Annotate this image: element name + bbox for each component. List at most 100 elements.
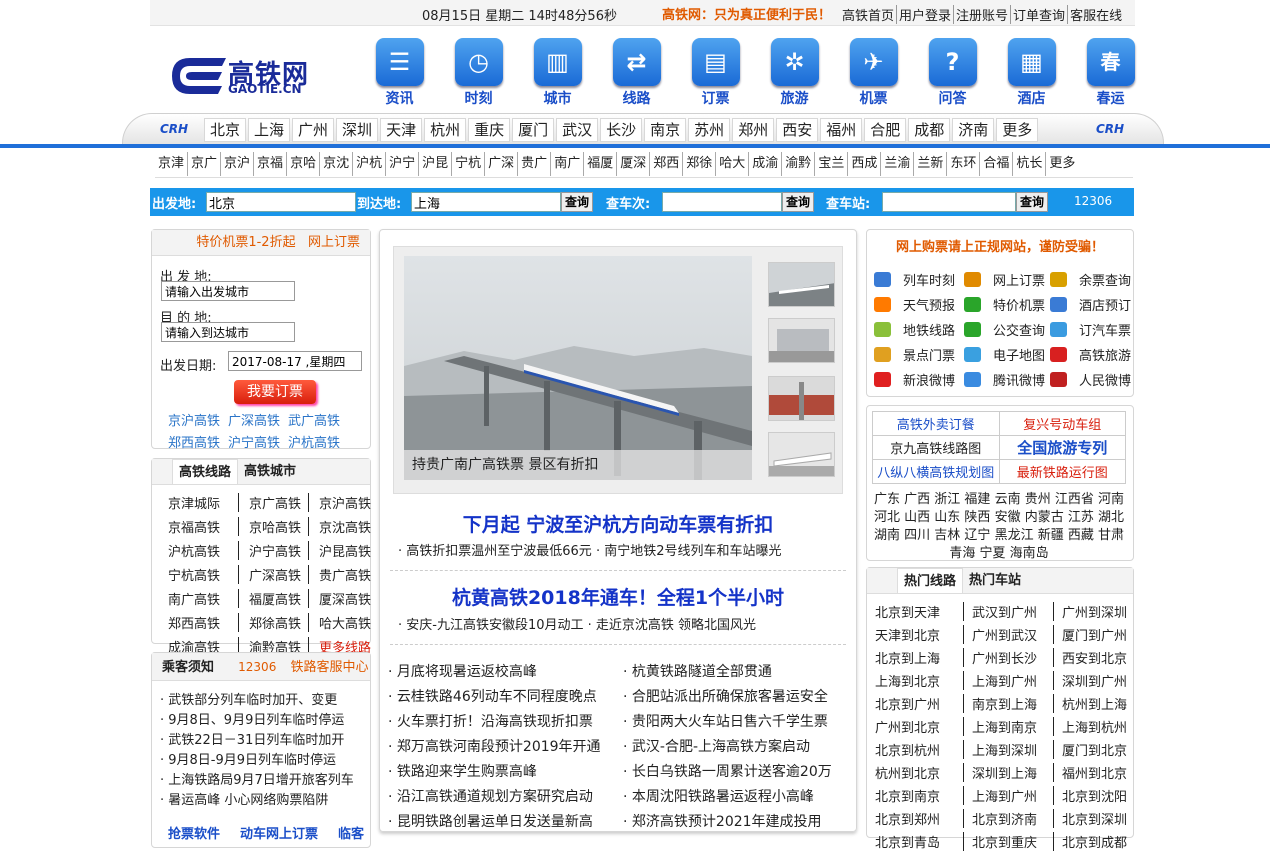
news-item[interactable]: · 月底将现暑运返校高峰 [388, 661, 623, 681]
province-link[interactable]: 宁夏 [979, 546, 1005, 561]
news-item[interactable]: · 杭黄铁路隧道全部贯通 [623, 661, 848, 681]
service-link[interactable]: 天气预报 [874, 295, 964, 314]
order-ticket-button[interactable]: 我要订票 [234, 380, 316, 404]
province-link[interactable]: 河南 [1098, 492, 1124, 507]
subline-2[interactable]: · 安庆-九江高铁安徽段10月动工 · 走近京沈高铁 领略北国风光 [398, 614, 838, 633]
news-item[interactable]: · 铁路迎来学生购票高峰 [388, 761, 623, 781]
news-item[interactable]: · 昆明铁路创暑运单日发送量新高 [388, 811, 623, 831]
service-link[interactable]: 网上订票 [964, 270, 1050, 289]
nav-qa[interactable]: ? 问答 [913, 38, 992, 108]
province-link[interactable]: 甘肃 [1098, 528, 1124, 543]
hsr-line-link[interactable]: 京沪高铁 [308, 493, 378, 512]
nav-travel[interactable]: ✲ 旅游 [755, 38, 834, 108]
nav-hotel[interactable]: ▦ 酒店 [992, 38, 1071, 108]
province-link[interactable]: 西藏 [1068, 528, 1094, 543]
headline-2[interactable]: 杭黄高铁2018年通车！全程1个半小时 [379, 583, 857, 610]
link-register[interactable]: 注册账号 [953, 5, 1010, 24]
link-tour-trains[interactable]: 全国旅游专列 [998, 435, 1126, 460]
province-link[interactable]: 广西 [904, 492, 930, 507]
service-link[interactable]: 列车时刻 [874, 270, 964, 289]
route-link[interactable]: 郑西 [650, 152, 684, 176]
hot-route-link[interactable]: 北京到南京 [875, 786, 963, 805]
hot-route-link[interactable]: 北京到天津 [875, 602, 963, 621]
route-link[interactable]: 宝兰 [815, 152, 849, 176]
hot-route-link[interactable]: 深圳到上海 [963, 763, 1053, 782]
station-search-button[interactable]: 查询 [1016, 192, 1048, 212]
hot-route-link[interactable]: 广州到武汉 [963, 625, 1053, 644]
hot-route-link[interactable]: 上海到广州 [963, 671, 1053, 690]
route-link[interactable]: 郑徐 [683, 152, 717, 176]
hot-route-link[interactable]: 北京到沈阳 [1053, 786, 1139, 805]
nav-flights[interactable]: ✈ 机票 [834, 38, 913, 108]
province-link[interactable]: 海南岛 [1010, 546, 1049, 561]
depart-date-input[interactable] [228, 351, 362, 371]
quick-line-link[interactable]: 沪杭高铁 [288, 432, 348, 451]
tab-hsr-cities[interactable]: 高铁城市 [238, 459, 302, 484]
news-item[interactable]: · 合肥站派出所确保旅客暑运安全 [623, 686, 848, 706]
hot-route-link[interactable]: 杭州到北京 [875, 763, 963, 782]
link-home[interactable]: 高铁首页 [840, 5, 896, 24]
province-link[interactable]: 湖南 [874, 528, 900, 543]
city-link[interactable]: 南京 [644, 118, 687, 142]
slider-thumb[interactable] [768, 318, 835, 363]
route-link[interactable]: 哈大 [716, 152, 750, 176]
news-item[interactable]: · 武汉-合肥-上海高铁方案启动 [623, 736, 848, 756]
province-link[interactable]: 青海 [949, 546, 975, 561]
city-link[interactable]: 西安 [776, 118, 819, 142]
province-link[interactable]: 黑龙江 [995, 528, 1034, 543]
province-link[interactable]: 安徽 [995, 510, 1021, 525]
hot-route-link[interactable]: 天津到北京 [875, 625, 963, 644]
city-link[interactable]: 广州 [292, 118, 335, 142]
city-link[interactable]: 合肥 [864, 118, 907, 142]
hot-route-link[interactable]: 西安到北京 [1053, 648, 1139, 667]
hot-route-link[interactable]: 北京到重庆 [963, 832, 1053, 851]
temporary-train-link[interactable]: 临客 [338, 823, 364, 842]
city-link[interactable]: 天津 [380, 118, 423, 142]
city-link[interactable]: 郑州 [732, 118, 775, 142]
service-link[interactable]: 新浪微博 [874, 370, 964, 389]
slider-thumb[interactable] [768, 376, 835, 421]
city-link[interactable]: 重庆 [468, 118, 511, 142]
tab-hot-stations[interactable]: 热门车站 [963, 568, 1027, 593]
hsr-line-link[interactable]: 福厦高铁 [238, 589, 308, 608]
province-link[interactable]: 江苏 [1068, 510, 1094, 525]
notice-hotline[interactable]: 12306 [238, 660, 276, 674]
service-link[interactable]: 订汽车票 [1050, 320, 1136, 339]
city-link[interactable]: 苏州 [688, 118, 731, 142]
route-link[interactable]: 渝黔 [782, 152, 816, 176]
notice-item[interactable]: · 9月8日、9月9日列车临时停运 [160, 709, 370, 729]
hot-route-link[interactable]: 北京到济南 [963, 809, 1053, 828]
slider-caption[interactable]: 持贵广南广高铁票 景区有折扣 [404, 450, 752, 480]
service-link[interactable]: 腾讯微博 [964, 370, 1050, 389]
route-link[interactable]: 广深 [485, 152, 519, 176]
hsr-line-link[interactable]: 沪宁高铁 [238, 541, 308, 560]
service-link[interactable]: 地铁线路 [874, 320, 964, 339]
hsr-line-link[interactable]: 郑徐高铁 [238, 613, 308, 632]
online-booking-link[interactable]: 网上订票 [308, 235, 360, 250]
city-link[interactable]: 武汉 [556, 118, 599, 142]
hot-route-link[interactable]: 北京到广州 [875, 694, 963, 713]
route-link[interactable]: 杭长 [1013, 152, 1047, 176]
logo-domain[interactable]: GAOTIE.CN [228, 82, 302, 96]
city-link[interactable]: 深圳 [336, 118, 379, 142]
route-link[interactable]: 沪昆 [419, 152, 453, 176]
route-link[interactable]: 成渝 [749, 152, 783, 176]
province-link[interactable]: 山西 [904, 510, 930, 525]
city-link[interactable]: 杭州 [424, 118, 467, 142]
hot-route-link[interactable]: 深圳到广州 [1053, 671, 1139, 690]
hot-route-link[interactable]: 厦门到广州 [1053, 625, 1139, 644]
link-fuxing[interactable]: 复兴号动车组 [998, 411, 1126, 436]
province-link[interactable]: 内蒙古 [1025, 510, 1064, 525]
hsr-line-link[interactable]: 沪昆高铁 [308, 541, 378, 560]
route-link[interactable]: 宁杭 [452, 152, 486, 176]
service-link[interactable]: 高铁旅游 [1050, 345, 1136, 364]
hot-route-link[interactable]: 上海到广州 [963, 786, 1053, 805]
route-link[interactable]: 厦深 [617, 152, 651, 176]
hsr-line-link[interactable]: 郑西高铁 [168, 613, 238, 632]
nav-routes[interactable]: ⇄ 线路 [597, 38, 676, 108]
hot-route-link[interactable]: 北京到成都 [1053, 832, 1139, 851]
hsr-line-link[interactable]: 京广高铁 [238, 493, 308, 512]
news-item[interactable]: · 云桂铁路46列动车不同程度晚点 [388, 686, 623, 706]
province-link[interactable]: 贵州 [1025, 492, 1051, 507]
hsr-line-link[interactable]: 京哈高铁 [238, 517, 308, 536]
